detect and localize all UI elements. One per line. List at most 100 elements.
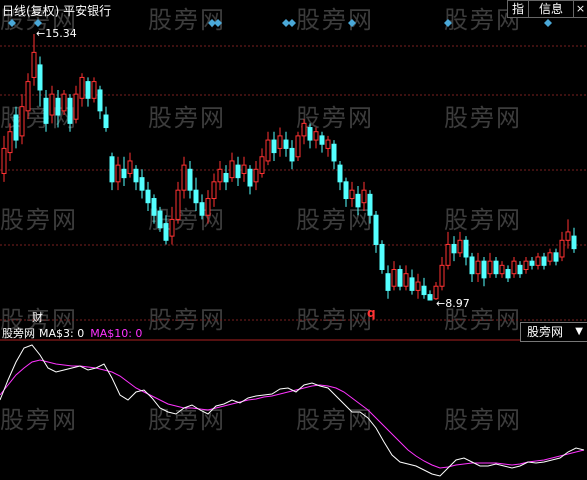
candle-down	[199, 202, 205, 216]
candle-down	[409, 277, 415, 291]
candle-down	[319, 135, 325, 145]
candle-down	[517, 264, 523, 275]
candle-down	[397, 269, 403, 287]
ma3-line	[0, 344, 585, 477]
low-price-label: ←8.97	[436, 297, 470, 310]
info-button[interactable]: 信息	[528, 0, 574, 18]
candle-up	[91, 81, 97, 99]
candle-up	[7, 131, 13, 154]
candle-down	[481, 260, 487, 279]
candle-up	[457, 239, 463, 254]
candle-down	[463, 239, 469, 258]
candle-up	[511, 260, 517, 275]
candle-down	[139, 177, 145, 191]
diamond-marker	[348, 19, 356, 27]
indicator-legend: 股旁网 MA$3: 0 MA$10: 0	[2, 325, 142, 341]
candle-down	[367, 193, 373, 216]
high-price-label: ←15.34	[36, 27, 77, 40]
candle-down	[145, 189, 151, 204]
candle-up	[229, 160, 235, 179]
candle-down	[355, 193, 361, 208]
candle-down	[43, 97, 49, 124]
candle-down	[571, 235, 577, 250]
candle-down	[97, 89, 103, 112]
candle-up	[499, 264, 505, 275]
candle-down	[553, 252, 559, 262]
candle-down	[271, 139, 277, 154]
candle-down	[55, 97, 61, 116]
candle-up	[547, 252, 553, 262]
indicator-button[interactable]: 指	[507, 0, 529, 18]
candle-up	[259, 156, 265, 174]
candle-down	[373, 214, 379, 245]
candle-up	[325, 139, 331, 149]
event-marker[interactable]: q	[367, 306, 376, 320]
candle-up	[49, 93, 55, 116]
candle-up	[313, 131, 319, 141]
indicator-selector[interactable]: 股旁网 ▼	[520, 322, 587, 342]
candle-down	[529, 260, 535, 266]
candle-up	[265, 139, 271, 162]
candle-up	[73, 93, 79, 120]
candle-down	[289, 147, 295, 162]
candle-down	[331, 143, 337, 162]
candle-down	[163, 223, 169, 241]
chevron-down-icon: ▼	[575, 326, 583, 337]
candle-down	[493, 260, 499, 275]
candle-up	[295, 135, 301, 158]
candle-up	[61, 93, 67, 112]
close-button[interactable]: ×	[573, 0, 587, 18]
candle-up	[19, 106, 25, 137]
candle-up	[391, 269, 397, 287]
candle-down	[37, 64, 43, 91]
indicator-selector-value: 股旁网	[527, 325, 564, 339]
candle-up	[415, 281, 421, 291]
candle-up	[25, 81, 31, 112]
candle-up	[169, 218, 175, 237]
candle-up	[475, 260, 481, 275]
diamond-marker	[288, 19, 296, 27]
diamond-marker	[8, 19, 16, 27]
candle-down	[283, 139, 289, 149]
candle-down	[247, 168, 253, 187]
candle-up	[565, 231, 571, 241]
candle-up	[301, 122, 307, 137]
candle-up	[487, 260, 493, 275]
chart-title: 日线(复权) 平安银行	[2, 4, 112, 18]
candle-down	[505, 269, 511, 279]
diamond-marker	[34, 19, 42, 27]
candle-up	[439, 264, 445, 287]
candle-down	[421, 285, 427, 296]
candle-up	[241, 164, 247, 174]
candle-down	[193, 189, 199, 204]
candle-up	[403, 273, 409, 287]
candle-down	[157, 210, 163, 229]
candle-down	[337, 164, 343, 183]
candle-down	[67, 97, 73, 124]
candle-down	[133, 168, 139, 183]
candle-up	[127, 160, 133, 174]
indicator-name: 股旁网	[2, 327, 35, 340]
candle-down	[469, 256, 475, 275]
ma10-label: MA$10: 0	[90, 327, 143, 340]
candle-up	[253, 168, 259, 183]
candle-up	[277, 135, 283, 149]
candle-down	[451, 243, 457, 254]
candle-down	[103, 114, 109, 129]
candle-up	[523, 260, 529, 271]
candle-down	[109, 156, 115, 183]
candlestick-chart	[0, 19, 587, 477]
candle-up	[535, 256, 541, 266]
candle-up	[205, 198, 211, 216]
candle-down	[307, 127, 313, 141]
candle-down	[343, 181, 349, 200]
finance-marker[interactable]: 财	[32, 309, 43, 325]
candle-down	[151, 198, 157, 216]
candle-up	[181, 164, 187, 191]
candle-up	[559, 239, 565, 258]
candle-up	[361, 189, 367, 204]
candle-up	[349, 189, 355, 200]
candle-down	[385, 273, 391, 291]
candle-down	[85, 81, 91, 99]
diamond-marker	[444, 19, 452, 27]
